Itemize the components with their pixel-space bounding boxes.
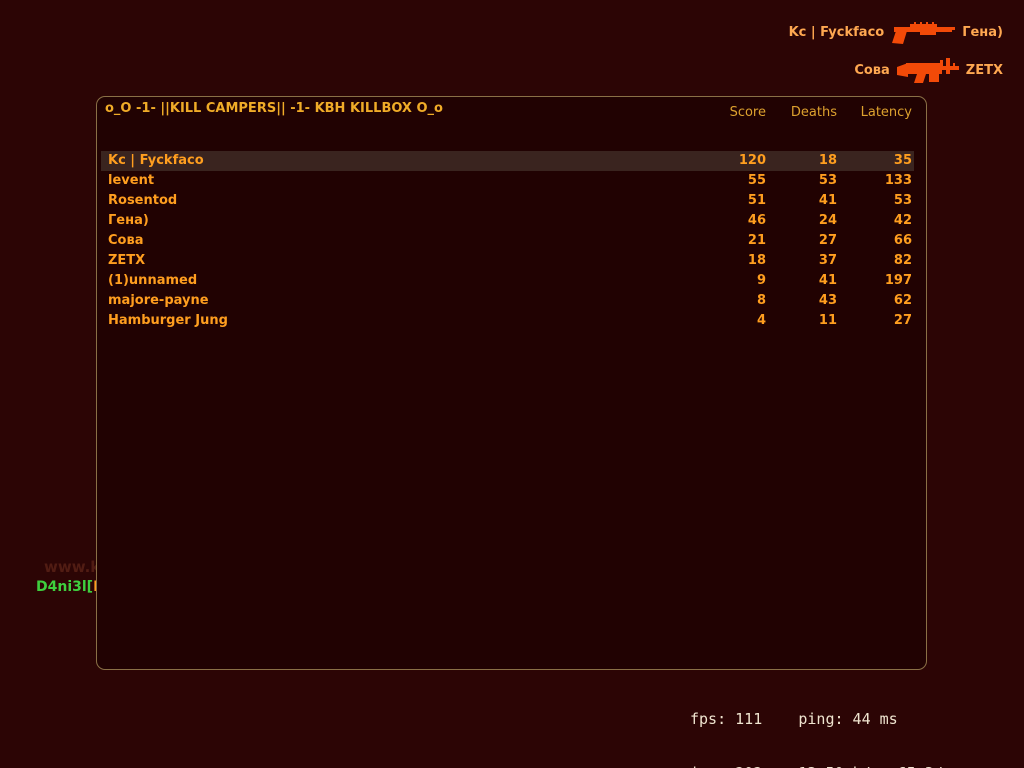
player-latency: 133: [839, 171, 914, 191]
player-deaths: 41: [768, 271, 839, 291]
player-name: ZETX: [101, 251, 698, 271]
player-score: 51: [698, 191, 768, 211]
player-name: Rosentod: [101, 191, 698, 211]
player-deaths: 27: [768, 231, 839, 251]
scoreboard-panel: o_O -1- ||KILL CAMPERS|| -1- KBH KILLBOX…: [96, 96, 927, 670]
player-row: (1)unnamed 9 41 197: [101, 271, 914, 291]
player-name: majore-payne: [101, 291, 698, 311]
player-row: Гена) 46 24 42: [101, 211, 914, 231]
player-row: majore-payne 8 43 62: [101, 291, 914, 311]
player-score: 21: [698, 231, 768, 251]
player-latency: 62: [839, 291, 914, 311]
player-latency: 27: [839, 311, 914, 331]
player-deaths: 18: [768, 151, 839, 171]
player-score: 18: [698, 251, 768, 271]
victim-name: Гена): [962, 25, 1003, 40]
attacker-name: Kc | Fyckfaco: [789, 25, 885, 40]
player-latency: 82: [839, 251, 914, 271]
player-score: 8: [698, 291, 768, 311]
player-row: Сова 21 27 66: [101, 231, 914, 251]
player-latency: 42: [839, 211, 914, 231]
player-score: 46: [698, 211, 768, 231]
player-score: 4: [698, 311, 768, 331]
column-header-latency: Latency: [839, 103, 914, 123]
player-latency: 35: [839, 151, 914, 171]
killfeed-entry: Kc | Fyckfaco Гена): [789, 14, 1003, 50]
player-score: 120: [698, 151, 768, 171]
player-name: Hamburger Jung: [101, 311, 698, 331]
column-header-player: [101, 103, 698, 123]
player-row: Hamburger Jung 4 11 27: [101, 311, 914, 331]
player-deaths: 53: [768, 171, 839, 191]
kill-feed: Kc | Fyckfaco Гена) Сова: [789, 14, 1003, 90]
player-score: 9: [698, 271, 768, 291]
player-deaths: 37: [768, 251, 839, 271]
player-row: Rosentod 51 41 53: [101, 191, 914, 211]
player-signature: D4ni3l[D: [36, 579, 105, 595]
player-name: levent: [101, 171, 698, 191]
netgraph-line-fps: fps: 111 ping: 44 ms: [690, 710, 952, 728]
player-latency: 66: [839, 231, 914, 251]
column-header-deaths: Deaths: [768, 103, 839, 123]
scoreboard-header-row: Score Deaths Latency: [101, 103, 914, 123]
player-deaths: 41: [768, 191, 839, 211]
netgraph-line-in: in : 202 13.50 k/s 65.3/s: [690, 764, 952, 768]
signature-green-part: D4ni3l[: [36, 579, 93, 595]
autoshotgun-icon: [896, 55, 960, 85]
column-header-score: Score: [698, 103, 768, 123]
killfeed-entry: Сова ZETX: [789, 52, 1003, 88]
player-name: Сова: [101, 231, 698, 251]
player-row: ZETX 18 37 82: [101, 251, 914, 271]
player-latency: 197: [839, 271, 914, 291]
player-row: Kc | Fyckfaco 120 18 35: [101, 151, 914, 171]
player-deaths: 11: [768, 311, 839, 331]
player-list: Kc | Fyckfaco 120 18 35 levent 55 53 133…: [101, 151, 914, 331]
player-deaths: 24: [768, 211, 839, 231]
player-deaths: 43: [768, 291, 839, 311]
player-name: (1)unnamed: [101, 271, 698, 291]
netgraph: fps: 111 ping: 44 ms in : 202 13.50 k/s …: [690, 674, 952, 768]
attacker-name: Сова: [854, 63, 889, 78]
player-row: levent 55 53 133: [101, 171, 914, 191]
player-score: 55: [698, 171, 768, 191]
player-latency: 53: [839, 191, 914, 211]
player-name: Kc | Fyckfaco: [101, 151, 698, 171]
shotgun-icon: [890, 17, 956, 47]
victim-name: ZETX: [966, 63, 1003, 78]
player-name: Гена): [101, 211, 698, 231]
